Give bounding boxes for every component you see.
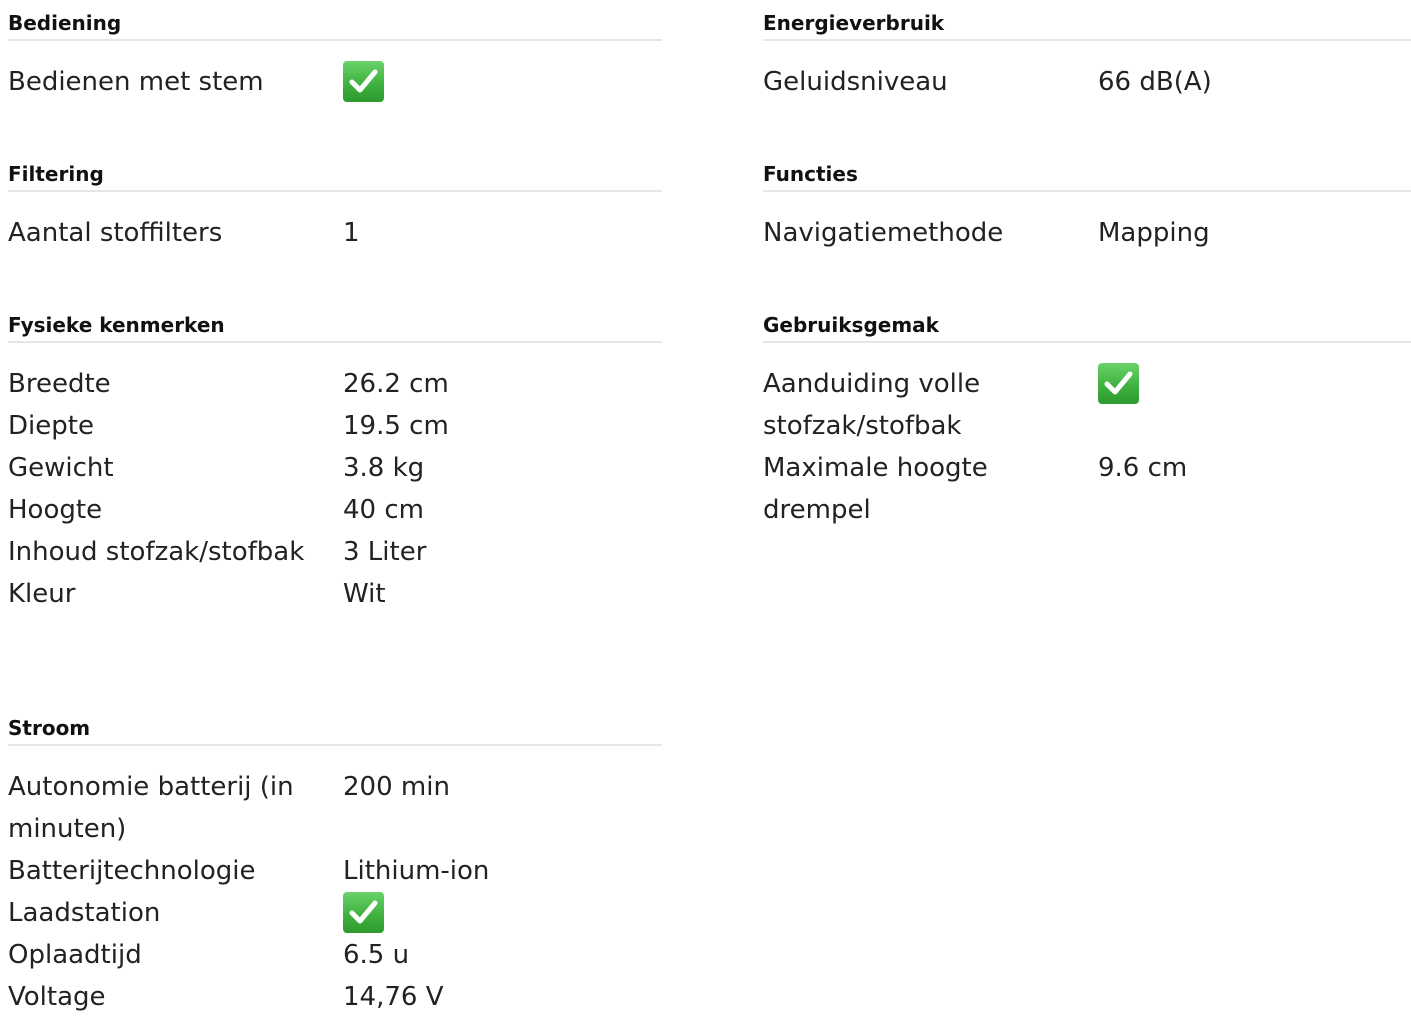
spec-rows: Aantal stoffilters 1 — [8, 192, 662, 254]
spec-row-oplaadtijd: Oplaadtijd 6.5 u — [8, 934, 662, 976]
spec-row-bedienen-met-stem: Bedienen met stem — [8, 61, 662, 103]
spec-row-autonomie-batterij-in-minuten: Autonomie batterij (in minuten) 200 min — [8, 766, 662, 850]
spec-label: Autonomie batterij (in minuten) — [8, 772, 294, 844]
spec-value: 9.6 cm — [1098, 453, 1188, 483]
spec-section-stroom: Stroom Autonomie batterij (in minuten) 200… — [8, 705, 662, 1018]
spec-value: 26.2 cm — [343, 369, 449, 399]
spec-rows: Aanduiding volle stofzak/stofbak Maximale… — [763, 343, 1411, 531]
spec-label: Kleur — [8, 579, 76, 609]
spec-section-energieverbruik: Energieverbruik Geluidsniveau 66 dB(A) — [763, 0, 1411, 103]
spec-section-gebruiksgemak: Gebruiksgemak Aanduiding volle stofzak/st… — [763, 302, 1411, 531]
spec-value-check — [343, 61, 384, 103]
spec-label: Bedienen met stem — [8, 67, 264, 97]
spec-rows: Bedienen met stem — [8, 41, 662, 103]
spec-label: Aanduiding volle stofzak/stofbak — [763, 369, 981, 441]
spec-value: 19.5 cm — [343, 411, 449, 441]
spec-value-check — [1098, 363, 1139, 405]
spec-row-breedte: Breedte 26.2 cm — [8, 363, 662, 405]
spec-row-navigatiemethode: Navigatiemethode Mapping — [763, 212, 1411, 254]
spec-rows: Navigatiemethode Mapping — [763, 192, 1411, 254]
spec-label: Hoogte — [8, 495, 103, 525]
spec-label: Inhoud stofzak/stofbak — [8, 537, 305, 567]
spec-row-kleur: Kleur Wit — [8, 573, 662, 615]
section-title: Gebruiksgemak — [763, 302, 1411, 343]
section-title: Bediening — [8, 0, 662, 41]
spec-label: Gewicht — [8, 453, 114, 483]
spec-value: 6.5 u — [343, 940, 410, 970]
spec-label: Geluidsniveau — [763, 67, 948, 97]
spec-value: 66 dB(A) — [1098, 67, 1212, 97]
checkmark-icon — [1098, 363, 1139, 404]
spec-label: Diepte — [8, 411, 94, 441]
spec-row-gewicht: Gewicht 3.8 kg — [8, 447, 662, 489]
spec-label: Maximale hoogte drempel — [763, 453, 988, 525]
spec-section-fysieke-kenmerken: Fysieke kenmerken Breedte 26.2 cm Diepte 19.… — [8, 302, 662, 615]
spec-row-aantal-stoffilters: Aantal stoffilters 1 — [8, 212, 662, 254]
spec-row-laadstation: Laadstation — [8, 892, 662, 934]
spec-row-geluidsniveau: Geluidsniveau 66 dB(A) — [763, 61, 1411, 103]
spec-value: 200 min — [343, 772, 450, 802]
spec-row-aanduiding-volle-stofzak-stofbak: Aanduiding volle stofzak/stofbak — [763, 363, 1411, 447]
spec-value: 1 — [343, 218, 360, 248]
section-title: Stroom — [8, 705, 662, 746]
spec-section-filtering: Filtering Aantal stoffilters 1 — [8, 151, 662, 254]
section-title: Energieverbruik — [763, 0, 1411, 41]
spec-value: 40 cm — [343, 495, 424, 525]
spec-section-functies: Functies Navigatiemethode Mapping — [763, 151, 1411, 254]
checkmark-icon — [343, 892, 384, 933]
spec-row-maximale-hoogte-drempel: Maximale hoogte drempel 9.6 cm — [763, 447, 1411, 531]
spec-label: Laadstation — [8, 898, 161, 928]
spec-value: Mapping — [1098, 218, 1210, 248]
spec-row-diepte: Diepte 19.5 cm — [8, 405, 662, 447]
spec-rows: Autonomie batterij (in minuten) 200 min Ba… — [8, 746, 662, 1018]
spec-row-inhoud-stofzak-stofbak: Inhoud stofzak/stofbak 3 Liter — [8, 531, 662, 573]
spec-value: 3 Liter — [343, 537, 427, 567]
spec-label: Oplaadtijd — [8, 940, 142, 970]
spec-row-hoogte: Hoogte 40 cm — [8, 489, 662, 531]
spec-rows: Geluidsniveau 66 dB(A) — [763, 41, 1411, 103]
checkmark-icon — [343, 61, 384, 102]
spec-label: Breedte — [8, 369, 111, 399]
spec-label: Batterijtechnologie — [8, 856, 256, 886]
spec-value: Wit — [343, 579, 386, 609]
spec-value-check — [343, 892, 384, 934]
spec-value: Lithium-ion — [343, 856, 490, 886]
spec-section-bediening: Bediening Bedienen met stem — [8, 0, 662, 103]
section-title: Filtering — [8, 151, 662, 192]
spec-label: Navigatiemethode — [763, 218, 1004, 248]
spec-row-batterijtechnologie: Batterijtechnologie Lithium-ion — [8, 850, 662, 892]
spec-label: Aantal stoffilters — [8, 218, 223, 248]
spec-value: 3.8 kg — [343, 453, 425, 483]
spec-rows: Breedte 26.2 cm Diepte 19.5 cm Gewicht 3.8 kg… — [8, 343, 662, 615]
section-title: Fysieke kenmerken — [8, 302, 662, 343]
section-title: Functies — [763, 151, 1411, 192]
